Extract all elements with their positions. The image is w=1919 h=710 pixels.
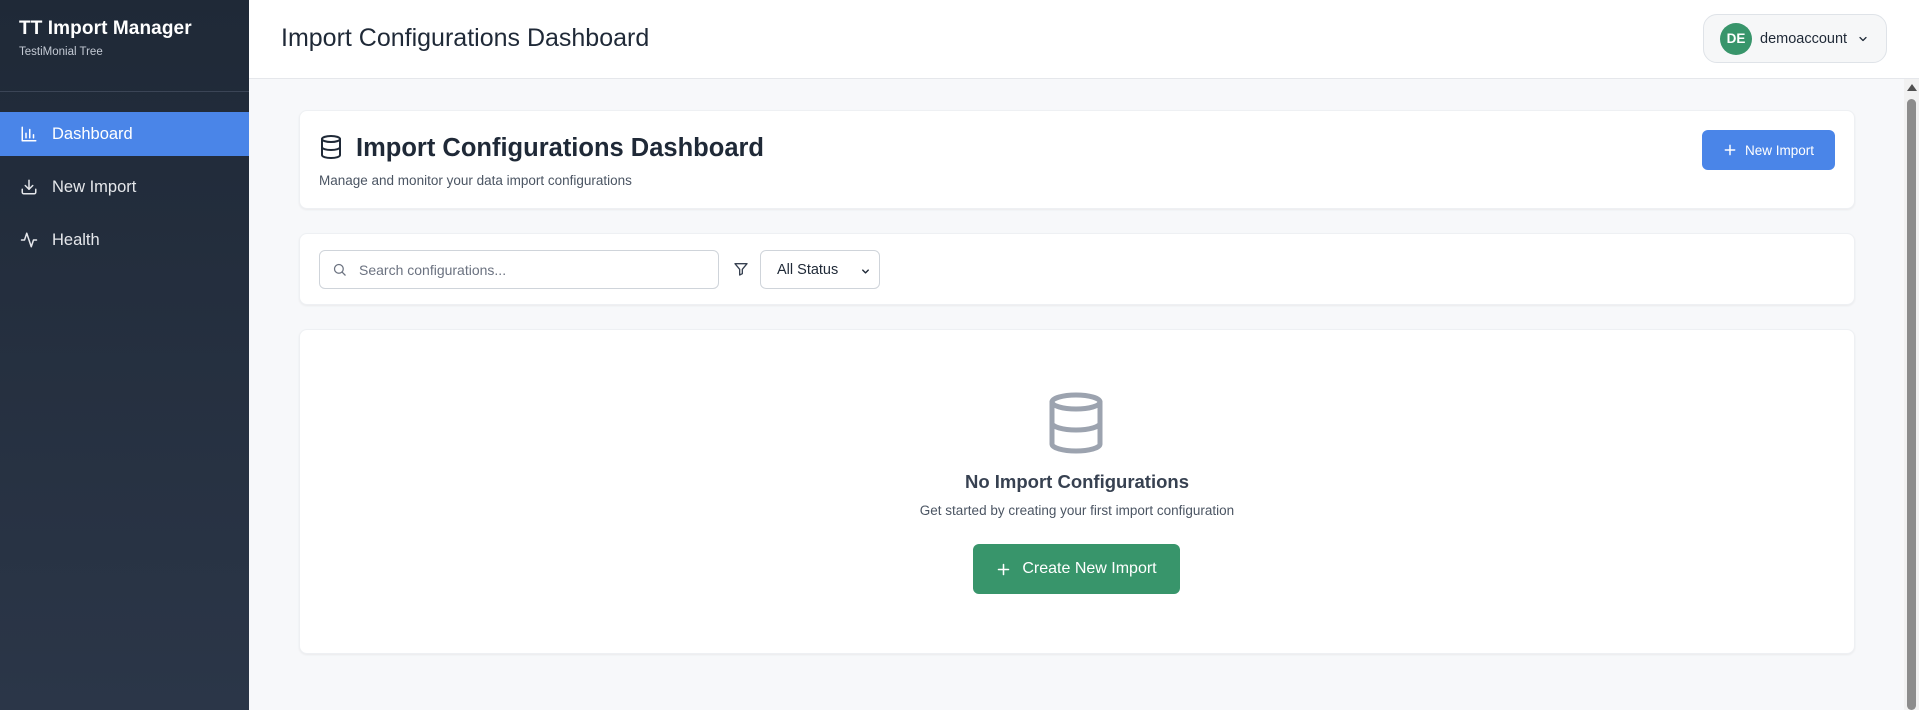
empty-state-title: No Import Configurations [964, 471, 1190, 492]
sidebar-item-dashboard[interactable]: Dashboard [0, 112, 249, 156]
empty-state-subtitle: Get started by creating your first impor… [919, 503, 1235, 518]
vertical-scrollbar[interactable] [1904, 79, 1919, 710]
filter-icon [733, 261, 749, 282]
create-new-import-label: Create New Import [1022, 560, 1157, 577]
page-title: Import Configurations Dashboard [281, 24, 650, 52]
search-icon [332, 262, 347, 277]
user-menu-button[interactable]: DE demoaccount [1703, 14, 1887, 63]
dashboard-description: Manage and monitor your data import conf… [319, 173, 632, 188]
sidebar-item-health[interactable]: Health [0, 218, 249, 262]
status-filter-value: All Status [777, 261, 839, 278]
status-filter-select[interactable]: All Status [760, 250, 880, 289]
scrollbar-thumb[interactable] [1907, 99, 1916, 710]
sidebar-item-new-import[interactable]: New Import [0, 165, 249, 209]
dashboard-title: Import Configurations Dashboard [356, 134, 764, 162]
plus-icon [1723, 143, 1737, 157]
plus-icon [996, 562, 1011, 577]
brand: TT Import Manager TestiMonial Tree [0, 0, 249, 92]
app-title: TT Import Manager [19, 18, 192, 39]
new-import-button[interactable]: New Import [1702, 130, 1835, 170]
sidebar: TT Import Manager TestiMonial Tree Dashb… [0, 0, 249, 710]
chevron-down-icon [1857, 33, 1869, 45]
search-input[interactable] [359, 261, 689, 278]
sidebar-item-label: Dashboard [52, 124, 133, 143]
dashboard-header-card: Import Configurations Dashboard Manage a… [299, 110, 1855, 209]
filter-bar: All Status [299, 233, 1855, 305]
new-import-label: New Import [1744, 142, 1815, 158]
create-new-import-button[interactable]: Create New Import [973, 544, 1180, 594]
avatar: DE [1720, 22, 1752, 55]
top-header: Import Configurations Dashboard DE demoa… [249, 0, 1919, 79]
chevron-down-icon [860, 265, 871, 281]
database-icon [319, 134, 343, 165]
database-icon [1048, 392, 1104, 459]
empty-state-card: No Import Configurations Get started by … [299, 329, 1855, 654]
sidebar-item-label: Health [52, 230, 100, 249]
app-subtitle: TestiMonial Tree [19, 46, 103, 58]
sidebar-nav: Dashboard New Import Health [0, 112, 249, 262]
search-field[interactable] [319, 250, 719, 289]
activity-icon [19, 230, 39, 250]
username: demoaccount [1760, 30, 1848, 47]
scroll-up-arrow-icon[interactable] [1907, 84, 1917, 91]
bar-chart-icon [19, 124, 39, 144]
sidebar-item-label: New Import [52, 177, 137, 196]
download-icon [19, 177, 39, 197]
